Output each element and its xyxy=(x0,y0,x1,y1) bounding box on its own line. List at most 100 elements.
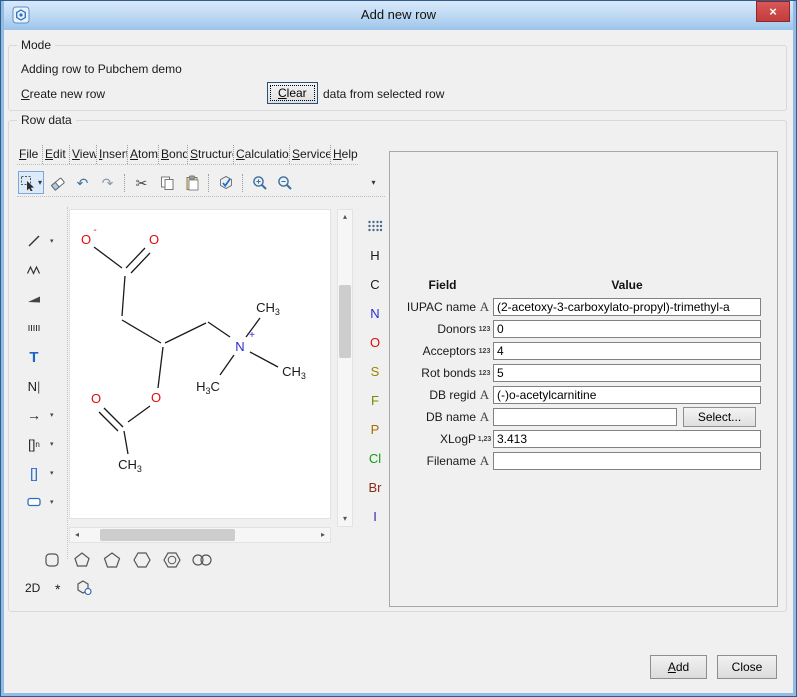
copy-button[interactable] xyxy=(155,171,178,194)
chevron-down-icon: ▾ xyxy=(38,178,42,187)
atom-label-tool[interactable]: N| xyxy=(21,374,67,398)
zoom-out-button[interactable] xyxy=(273,171,296,194)
atom-label-icon: N| xyxy=(21,379,47,394)
add-button[interactable]: Add xyxy=(650,655,707,679)
bracket-tool[interactable]: [] ▾ xyxy=(21,461,67,485)
titlebar[interactable]: Add new row × xyxy=(4,1,793,30)
mode-group: Mode Adding row to Pubchem demo Create n… xyxy=(8,45,787,111)
clear-button[interactable]: Clear xyxy=(267,82,318,104)
any-atom-button[interactable]: * xyxy=(55,581,60,597)
dialog-window: Add new row × Mode Adding row to Pubchem… xyxy=(0,0,797,697)
menu-calculations[interactable]: Calculations xyxy=(234,145,290,164)
donors-input[interactable] xyxy=(493,320,761,338)
create-new-row-option[interactable]: Create new row xyxy=(21,87,105,101)
menu-services[interactable]: Services xyxy=(290,145,331,164)
template-hexagon[interactable] xyxy=(129,549,155,571)
structure-canvas[interactable]: O - O N + CH3 CH3 H3C O O CH3 xyxy=(69,209,331,519)
group-bracket-tool[interactable]: []n ▾ xyxy=(21,432,67,456)
periodic-table-button[interactable] xyxy=(363,219,387,241)
methyl-left: H3C xyxy=(196,379,220,396)
element-button-br[interactable]: Br xyxy=(363,480,387,502)
chevron-down-icon: ▾ xyxy=(50,440,54,448)
field-row-acceptors: Acceptors 123 xyxy=(392,340,761,362)
element-button-o[interactable]: O xyxy=(363,335,387,357)
menu-bond[interactable]: Bond xyxy=(159,145,188,164)
reaction-arrow-tool[interactable]: → ▾ xyxy=(21,403,67,427)
template-cyclopentane-round[interactable] xyxy=(39,549,65,571)
element-button-h[interactable]: H xyxy=(363,248,387,270)
horizontal-scrollbar-thumb[interactable] xyxy=(100,529,235,541)
text-tool[interactable]: T xyxy=(21,345,67,369)
scroll-left-icon[interactable]: ◂ xyxy=(70,528,84,542)
scroll-down-icon[interactable]: ▾ xyxy=(338,512,352,526)
field-row-iupac-name: IUPAC name A xyxy=(392,296,761,318)
editor-toolbar: ▾ ↶ ↷ ✂ xyxy=(17,169,385,197)
scroll-up-icon[interactable]: ▴ xyxy=(338,210,352,224)
db-name-input[interactable] xyxy=(493,408,677,426)
vertical-scrollbar-thumb[interactable] xyxy=(339,285,351,358)
menu-atom[interactable]: Atom xyxy=(128,145,159,164)
acceptors-input[interactable] xyxy=(493,342,761,360)
template-benzene[interactable] xyxy=(159,549,185,571)
menu-help[interactable]: Help xyxy=(331,145,358,164)
select-icon xyxy=(20,175,36,191)
value-column-header: Value xyxy=(493,278,761,296)
menu-insert[interactable]: Insert xyxy=(97,145,128,164)
type-text-icon: A xyxy=(476,453,493,469)
close-dialog-button[interactable]: Close xyxy=(717,655,777,679)
element-button-c[interactable]: C xyxy=(363,277,387,299)
wedge-bond-tool[interactable] xyxy=(21,287,67,311)
toolbar-separator xyxy=(242,174,243,192)
iupac-name-input[interactable] xyxy=(493,298,761,316)
element-button-p[interactable]: P xyxy=(363,422,387,444)
element-button-f[interactable]: F xyxy=(363,393,387,415)
menu-view[interactable]: View xyxy=(70,145,97,164)
canvas-horizontal-scrollbar[interactable]: ◂ ▸ xyxy=(69,527,331,543)
redo-button[interactable]: ↷ xyxy=(96,171,119,194)
xlogp-input[interactable] xyxy=(493,430,761,448)
rot-bonds-input[interactable] xyxy=(493,364,761,382)
check-structure-button[interactable] xyxy=(214,171,237,194)
select-button[interactable]: Select... xyxy=(683,407,756,427)
left-toolbar-separator xyxy=(67,207,68,559)
template-library-button[interactable] xyxy=(75,579,93,600)
toolbar-more-button[interactable]: ▾ xyxy=(361,171,384,194)
hashed-bond-tool[interactable] xyxy=(21,316,67,340)
template-fused-rings[interactable] xyxy=(189,549,215,571)
close-button[interactable]: × xyxy=(756,1,790,22)
eraser-button[interactable] xyxy=(46,171,69,194)
zoom-out-icon xyxy=(277,175,293,191)
chevron-down-icon: ▾ xyxy=(50,237,54,245)
undo-button[interactable]: ↶ xyxy=(71,171,94,194)
methyl-right: CH3 xyxy=(282,364,306,381)
canvas-vertical-scrollbar[interactable]: ▴ ▾ xyxy=(337,209,353,527)
rectangle-tool[interactable]: ▾ xyxy=(21,490,67,514)
cut-button[interactable]: ✂ xyxy=(130,171,153,194)
field-row-rot-bonds: Rot bonds 123 xyxy=(392,362,761,384)
scroll-right-icon[interactable]: ▸ xyxy=(316,528,330,542)
form-header: Field Value xyxy=(392,278,761,296)
db-regid-input[interactable] xyxy=(493,386,761,404)
arrow-icon: → xyxy=(21,407,47,423)
redo-icon: ↷ xyxy=(102,176,114,190)
chevron-down-icon: ▾ xyxy=(50,469,54,477)
menu-edit[interactable]: Edit xyxy=(43,145,70,164)
element-button-s[interactable]: S xyxy=(363,364,387,386)
menu-file[interactable]: File xyxy=(17,145,43,164)
zoom-in-button[interactable] xyxy=(248,171,271,194)
filename-input[interactable] xyxy=(493,452,761,470)
element-button-i[interactable]: I xyxy=(363,509,387,531)
element-button-n[interactable]: N xyxy=(363,306,387,328)
template-cyclopentane-house[interactable] xyxy=(69,549,95,571)
single-bond-tool[interactable]: ▾ xyxy=(21,229,67,253)
menu-structure[interactable]: Structure xyxy=(188,145,234,164)
dimension-2d-button[interactable]: 2D xyxy=(25,581,40,595)
type-text-icon: A xyxy=(476,387,493,403)
template-pentagon[interactable] xyxy=(99,549,125,571)
paste-button[interactable] xyxy=(180,171,203,194)
chain-tool[interactable] xyxy=(21,258,67,282)
select-tool-button[interactable]: ▾ xyxy=(18,171,44,194)
structure-editor: File Edit View Insert Atom Bond Structur… xyxy=(15,143,387,607)
element-button-cl[interactable]: Cl xyxy=(363,451,387,473)
cut-icon: ✂ xyxy=(136,176,148,190)
